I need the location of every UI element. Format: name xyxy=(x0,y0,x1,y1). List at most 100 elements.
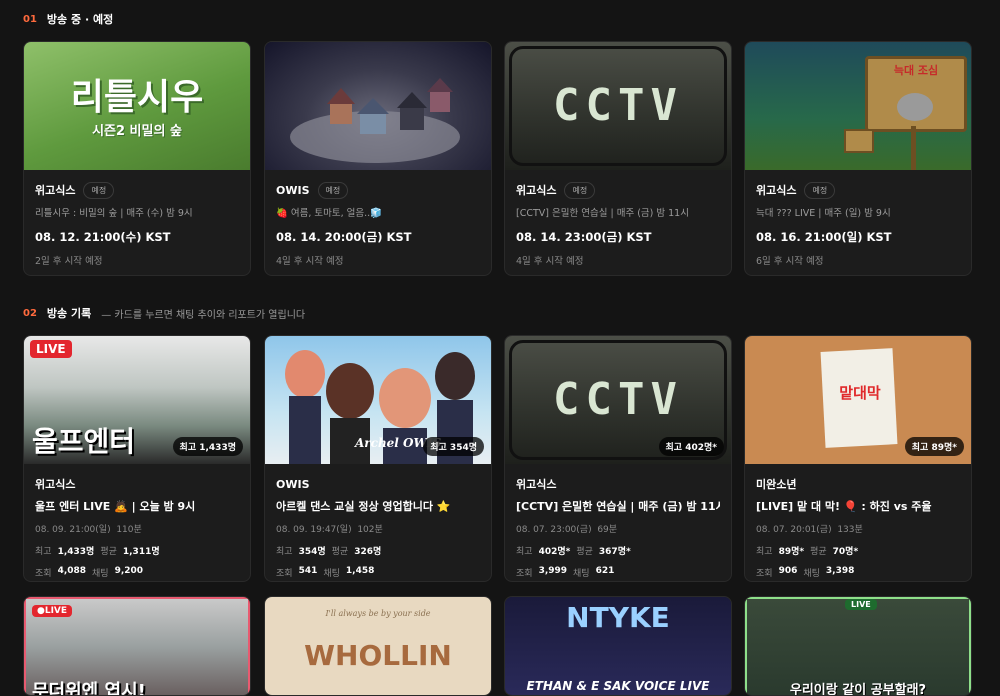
avg-label: 평균 xyxy=(576,547,593,557)
thumbnail: Archel OWIS 최고 354명 xyxy=(265,336,491,464)
history-card[interactable]: CCTV 최고 402명* 위고식스 [CCTV] 은밀한 연습실 | 매주 (… xyxy=(504,335,732,582)
thumbnail-title: 우리이랑 같이 공부할래? xyxy=(789,683,927,696)
stream-duration: 102분 xyxy=(357,525,383,535)
stream-date: 08. 07. 20:01(금) xyxy=(756,525,832,535)
view-count: 3,999 xyxy=(538,566,568,576)
chat-count: 1,458 xyxy=(345,566,375,576)
peak-viewers-badge: 최고 354명 xyxy=(423,437,484,456)
thumbnail-title: CCTV xyxy=(553,80,683,131)
avg-viewers: 70명* xyxy=(832,547,859,557)
channel-name: 위고식스 xyxy=(516,478,557,491)
thumbnail-title: 리틀시우 xyxy=(70,77,204,118)
thumbnail-subtitle: 시즌2 비밀의 숲 xyxy=(92,124,182,139)
chat-count: 621 xyxy=(595,566,615,576)
stream-title: 울프 엔터 LIVE 🙇 | 오늘 밤 9시 xyxy=(35,500,196,513)
stream-date: 08. 09. 19:47(일) xyxy=(276,525,352,535)
chat-label: 채팅 xyxy=(573,569,590,579)
section-number: 02 xyxy=(23,307,37,319)
channel-name: OWIS xyxy=(276,183,310,197)
max-viewers: 354명 xyxy=(298,547,326,557)
cloud-houses-illustration xyxy=(290,78,460,163)
history-card[interactable]: 맡대막 최고 89명* 미완소년 [LIVE] 맡 대 막! 🎈 : 하진 vs… xyxy=(744,335,972,582)
thumbnail: 리틀시우 시즌2 비밀의 숲 xyxy=(24,42,250,170)
views-label: 조회 xyxy=(756,569,773,579)
stream-duration: 69분 xyxy=(597,525,618,535)
thumbnail-title: WHOLLIN xyxy=(304,639,452,672)
views-label: 조회 xyxy=(35,569,52,579)
view-count: 4,088 xyxy=(57,566,87,576)
scheduled-time: 08. 16. 21:00(일) KST xyxy=(756,230,892,244)
thumbnail-subtitle: ETHAN & E SAK VOICE LIVE xyxy=(526,679,710,693)
thumbnail xyxy=(265,42,491,170)
thumbnail: ●LIVE 무더위엔 엽시! xyxy=(24,597,250,696)
status-badge: 예정 xyxy=(804,181,836,199)
channel-name: 위고식스 xyxy=(516,184,557,197)
stream-description: [CCTV] 은밀한 연습실 | 매주 (금) 밤 11시 xyxy=(516,208,689,219)
stream-description: 리틀시우 : 비밀의 숲 | 매주 (수) 밤 9시 xyxy=(35,208,193,219)
avg-viewers: 326명 xyxy=(354,547,382,557)
max-viewers: 1,433명 xyxy=(57,547,95,557)
peak-viewers-badge: 최고 89명* xyxy=(904,437,964,456)
section-subtitle: — 카드를 누르면 채팅 추이와 리포트가 열립니다 xyxy=(101,309,306,321)
max-label: 최고 xyxy=(276,547,293,557)
history-card[interactable]: I'll always be by your side WHOLLIN xyxy=(264,596,492,696)
section-title: 방송 중 · 예정 xyxy=(46,13,114,26)
upcoming-card[interactable]: 늑대 조심 위고식스 예정 늑대 ??? LIVE | 매주 (일) 밤 9시 0… xyxy=(744,41,972,276)
thumbnail: NTYKE ETHAN & E SAK VOICE LIVE xyxy=(505,597,731,695)
history-card[interactable]: Archel OWIS 최고 354명 OWIS 아르켈 댄스 교실 정상 영업… xyxy=(264,335,492,582)
countdown-text: 4일 후 시작 예정 xyxy=(516,256,584,267)
thumbnail: 맡대막 최고 89명* xyxy=(745,336,971,464)
chat-count: 9,200 xyxy=(114,566,144,576)
avg-viewers: 1,311명 xyxy=(122,547,160,557)
peak-viewers-badge: 최고 402명* xyxy=(658,437,724,456)
stream-title: [CCTV] 은밀한 연습실 | 매주 (금) 밤 11시 xyxy=(516,500,720,513)
history-card[interactable]: ●LIVE 무더위엔 엽시! xyxy=(23,596,251,696)
avg-label: 평균 xyxy=(100,547,117,557)
thumbnail: CCTV xyxy=(505,42,731,170)
scheduled-time: 08. 12. 21:00(수) KST xyxy=(35,230,171,244)
live-tag: ●LIVE xyxy=(32,605,73,617)
avg-viewers: 367명* xyxy=(598,547,631,557)
thumbnail: LIVE 우리이랑 같이 공부할래? xyxy=(745,597,971,696)
history-card[interactable]: LIVE 울프엔터 최고 1,433명 위고식스 울프 엔터 LIVE 🙇 | … xyxy=(23,335,251,582)
thumbnail-title: 울프엔터 xyxy=(32,425,136,458)
max-viewers: 402명* xyxy=(538,547,571,557)
section-number: 01 xyxy=(23,13,37,25)
views-label: 조회 xyxy=(276,569,293,579)
chat-count: 3,398 xyxy=(825,566,855,576)
view-count: 906 xyxy=(778,566,798,576)
stream-date: 08. 09. 21:00(일) xyxy=(35,525,111,535)
channel-name: 위고식스 xyxy=(756,184,797,197)
thumbnail-title: 무더위엔 엽시! xyxy=(32,681,146,696)
thumbnail-title: 맡대막 xyxy=(839,384,881,402)
avg-label: 평균 xyxy=(810,547,827,557)
stream-date: 08. 07. 23:00(금) xyxy=(516,525,592,535)
wolf-sign-illustration xyxy=(844,93,933,170)
status-badge: 예정 xyxy=(317,181,349,199)
chat-label: 채팅 xyxy=(92,569,109,579)
scheduled-time: 08. 14. 20:00(금) KST xyxy=(276,230,412,244)
section-upcoming-header: 01 방송 중 · 예정 xyxy=(23,11,113,27)
status-badge: 예정 xyxy=(83,181,115,199)
views-label: 조회 xyxy=(516,569,533,579)
max-label: 최고 xyxy=(756,547,773,557)
chat-label: 채팅 xyxy=(803,569,820,579)
max-label: 최고 xyxy=(516,547,533,557)
live-tag: LIVE xyxy=(845,599,877,610)
max-viewers: 89명* xyxy=(778,547,805,557)
history-card[interactable]: LIVE 우리이랑 같이 공부할래? xyxy=(744,596,972,696)
section-title: 방송 기록 xyxy=(46,307,92,320)
thumbnail-subtitle: I'll always be by your side xyxy=(325,609,431,618)
thumbnail: LIVE 울프엔터 최고 1,433명 xyxy=(24,336,250,464)
upcoming-card[interactable]: CCTV 위고식스 예정 [CCTV] 은밀한 연습실 | 매주 (금) 밤 11… xyxy=(504,41,732,276)
thumbnail: 늑대 조심 xyxy=(745,42,971,170)
peak-viewers-badge: 최고 1,433명 xyxy=(172,437,243,456)
countdown-text: 6일 후 시작 예정 xyxy=(756,256,824,267)
upcoming-card[interactable]: OWIS 예정 🍓 여름, 토마토, 얼음..🧊 08. 14. 20:00(금)… xyxy=(264,41,492,276)
thumbnail-title: NTYKE xyxy=(566,601,670,634)
upcoming-card[interactable]: 리틀시우 시즌2 비밀의 숲 위고식스 예정 리틀시우 : 비밀의 숲 | 매주 … xyxy=(23,41,251,276)
history-card[interactable]: NTYKE ETHAN & E SAK VOICE LIVE xyxy=(504,596,732,696)
stream-duration: 110분 xyxy=(116,525,142,535)
stream-title: 아르켈 댄스 교실 정상 영업합니다 ⭐ xyxy=(276,500,451,513)
thumbnail: CCTV 최고 402명* xyxy=(505,336,731,464)
